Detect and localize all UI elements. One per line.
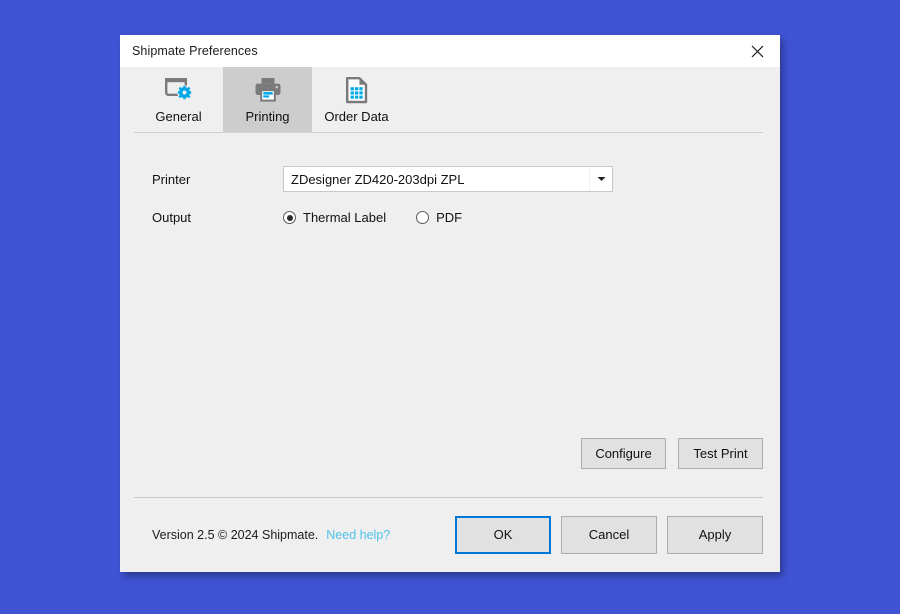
tab-printing[interactable]: Printing [223, 67, 312, 133]
tab-order-data-label: Order Data [324, 109, 389, 124]
tab-printing-label: Printing [245, 109, 290, 124]
configure-button[interactable]: Configure [581, 438, 666, 469]
output-label: Output [152, 210, 192, 225]
window-title: Shipmate Preferences [132, 44, 258, 58]
radio-thermal-label-text: Thermal Label [303, 210, 387, 225]
radio-pdf[interactable]: PDF [416, 210, 462, 225]
dialog-footer: Version 2.5 © 2024 Shipmate. Need help? … [120, 497, 780, 572]
document-grid-icon [345, 73, 369, 107]
printer-label: Printer [152, 171, 191, 187]
preferences-dialog: Shipmate Preferences General Printing Or… [120, 35, 780, 572]
chevron-down-icon [589, 167, 612, 191]
apply-button[interactable]: Apply [667, 515, 763, 554]
settings-panel: Printer ZDesigner ZD420-203dpi ZPL Outpu… [120, 133, 780, 497]
close-icon [751, 45, 764, 58]
ok-button[interactable]: OK [455, 515, 551, 554]
need-help-link[interactable]: Need help? [326, 528, 390, 542]
title-bar: Shipmate Preferences [120, 35, 780, 67]
version-text: Version 2.5 © 2024 Shipmate. [152, 527, 319, 542]
radio-mark-icon [283, 211, 296, 224]
radio-pdf-text: PDF [436, 210, 463, 225]
footer-buttons: OK Cancel Apply [455, 515, 763, 554]
radio-mark-icon [416, 211, 430, 224]
output-row: Output Thermal Label PDF [152, 210, 763, 225]
footer-separator [134, 497, 763, 498]
tab-order-data[interactable]: Order Data [312, 67, 401, 133]
content-action-buttons: Configure Test Print [581, 438, 763, 469]
radio-thermal-label[interactable]: Thermal Label [283, 210, 386, 225]
output-radio-group: Thermal Label PDF [283, 210, 492, 225]
cancel-button[interactable]: Cancel [561, 515, 657, 554]
tab-general[interactable]: General [134, 67, 223, 133]
printer-row: Printer ZDesigner ZD420-203dpi ZPL [152, 166, 763, 192]
window-gear-icon [165, 73, 192, 107]
tab-strip: General Printing Order Data [120, 67, 780, 133]
tab-general-label: General [155, 109, 202, 124]
printer-icon [254, 73, 282, 107]
printer-select-value: ZDesigner ZD420-203dpi ZPL [291, 171, 465, 187]
test-print-button[interactable]: Test Print [678, 438, 763, 469]
close-button[interactable] [735, 35, 780, 67]
printer-select[interactable]: ZDesigner ZD420-203dpi ZPL [283, 166, 613, 192]
